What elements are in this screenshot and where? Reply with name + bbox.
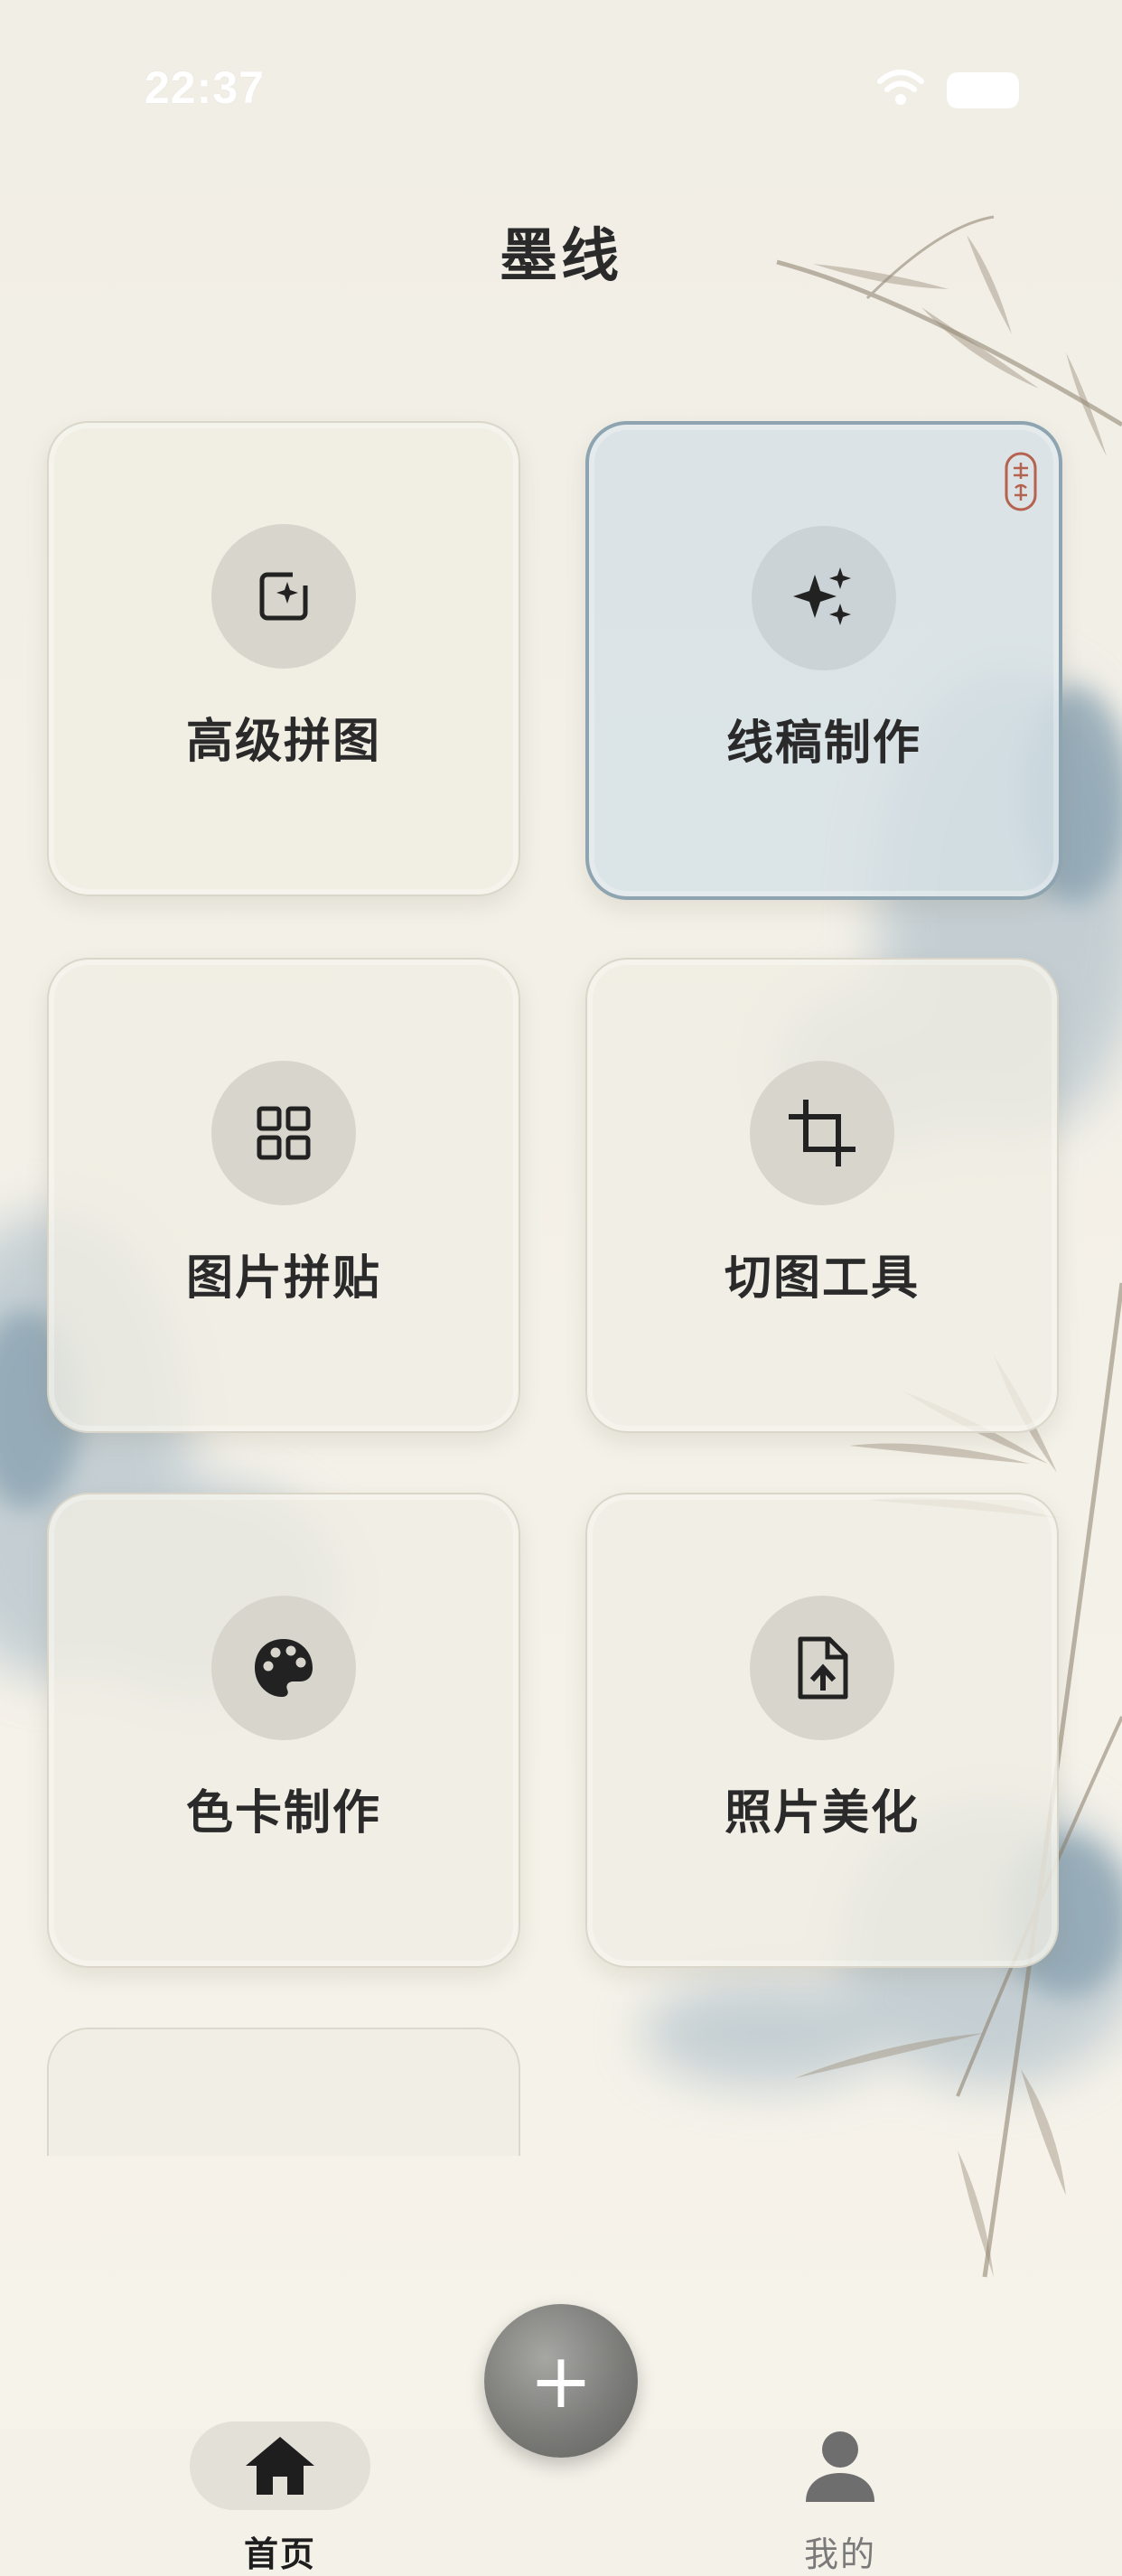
tool-card-label: 色卡制作: [185, 1786, 381, 1841]
crop-icon: [789, 1100, 856, 1166]
image-sparkle-icon: [259, 569, 309, 621]
icon-circle: [211, 1596, 356, 1740]
tool-card-label: 图片拼贴: [185, 1251, 381, 1306]
tab-me-icon-wrap: [777, 2421, 903, 2510]
icon-circle: [211, 524, 356, 669]
plus-icon: +: [528, 2337, 594, 2425]
icon-circle: [750, 1061, 894, 1205]
status-time: 22:37: [145, 62, 265, 113]
tool-card-line-art[interactable]: 线稿制作: [585, 421, 1062, 900]
tool-card-crop-tool[interactable]: 切图工具: [585, 958, 1059, 1433]
tool-card-label: 切图工具: [724, 1251, 920, 1306]
person-icon: [806, 2431, 874, 2502]
tool-card-image-collage[interactable]: 图片拼贴: [47, 958, 520, 1433]
file-upload-icon: [798, 1636, 848, 1700]
tool-card-photo-beautify[interactable]: 照片美化: [585, 1493, 1059, 1968]
tool-card-label: 高级拼图: [185, 715, 381, 769]
tab-home-label: 首页: [243, 2534, 316, 2574]
tool-card-color-swatch[interactable]: 色卡制作: [47, 1493, 520, 1968]
battery-icon: [947, 72, 1019, 108]
seal-stamp-icon: [1005, 452, 1037, 511]
tab-home-pill: [190, 2421, 370, 2510]
tab-bar: + 首页 我的: [0, 2078, 1122, 2574]
grid-icon: [257, 1106, 311, 1160]
icon-circle: [211, 1061, 356, 1205]
tool-card-label: 线稿制作: [725, 717, 921, 771]
tool-card-advanced-collage[interactable]: 高级拼图: [47, 421, 520, 896]
tab-me-label: 我的: [803, 2534, 876, 2574]
home-icon: [246, 2437, 314, 2495]
status-bar: 22:37: [0, 0, 1122, 126]
add-button[interactable]: +: [484, 2304, 638, 2458]
wifi-icon: [877, 70, 924, 105]
icon-circle: [750, 1596, 894, 1740]
palette-icon: [255, 1639, 313, 1697]
page-title: 墨线: [500, 223, 622, 290]
tab-me[interactable]: 我的: [777, 2421, 903, 2576]
tool-card-label: 照片美化: [724, 1786, 920, 1841]
icon-circle: [752, 526, 896, 670]
tab-home[interactable]: 首页: [190, 2421, 370, 2576]
sparkles-icon: [793, 567, 851, 625]
